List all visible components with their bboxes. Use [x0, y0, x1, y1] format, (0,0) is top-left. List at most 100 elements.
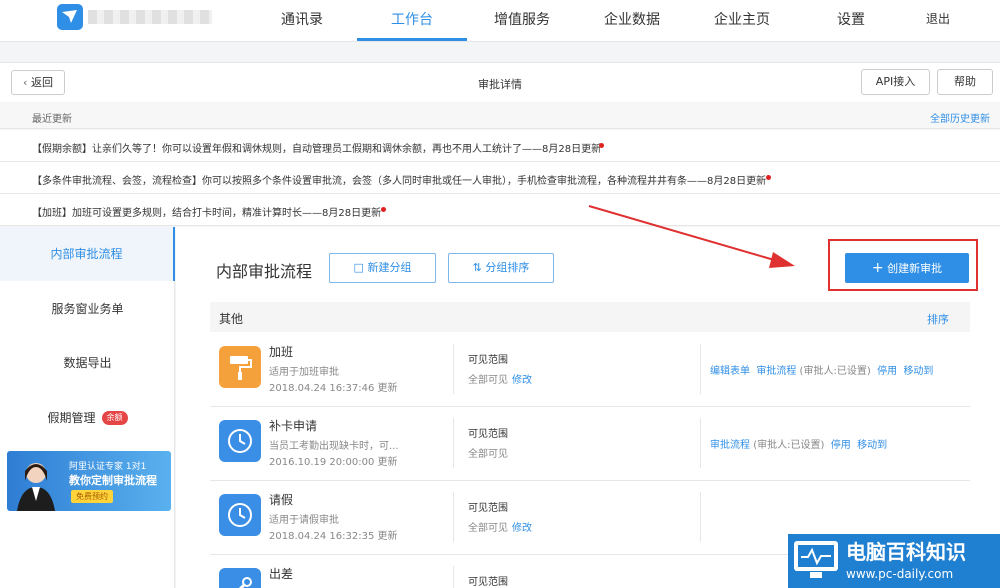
modify-visibility-link[interactable]: 修改: [512, 523, 532, 534]
free-booking-button[interactable]: 免费预约: [71, 490, 113, 503]
sidebar-item-label: 服务窗业务单: [51, 302, 124, 316]
expert-consult-banner[interactable]: 阿里认证专家 1对1 教你定制审批流程 免费预约: [7, 451, 171, 511]
edit-form-link[interactable]: 编辑表单: [710, 366, 750, 377]
sort-groups-button[interactable]: ⇅ 分组排序: [448, 253, 554, 283]
visibility-value: 全部可见 修改: [468, 371, 532, 386]
sidebar-item-internal-approval[interactable]: 内部审批流程: [0, 227, 175, 281]
watermark-title: 电脑百科知识: [846, 540, 966, 564]
update-text: 【多条件审批流程、会签，流程检查】你可以按照多个条件设置审批流，会签（多人同时审…: [32, 176, 767, 187]
top-navigation: 通讯录 工作台 增值服务 企业数据 企业主页 设置 退出: [0, 0, 1000, 42]
tools-icon: [219, 568, 261, 588]
update-item[interactable]: 【多条件审批流程、会签，流程检查】你可以按照多个条件设置审批流，会签（多人同时审…: [0, 162, 1000, 194]
folder-plus-icon: □: [353, 261, 364, 274]
update-item[interactable]: 【假期余额】让亲们久等了！你可以设置年假和调休规则，自动管理员工假期和调休余额，…: [0, 130, 1000, 162]
update-text: 【加班】加班可设置更多规则，结合打卡时间，精准计算时长——8月28日更新: [32, 208, 382, 219]
approval-description: 适用于加班审批: [269, 367, 339, 378]
approval-description: 当员工考勤出现缺卡时，可...: [269, 441, 399, 452]
active-tab-indicator: [357, 38, 467, 41]
approval-flow-link[interactable]: 审批流程: [756, 366, 796, 377]
plus-icon: +: [871, 260, 884, 276]
consultant-avatar: [17, 463, 55, 511]
approval-flow-link[interactable]: 审批流程: [710, 440, 750, 451]
sidebar-item-service-window[interactable]: 服务窗业务单: [0, 282, 175, 336]
column-divider: [453, 344, 454, 394]
approval-updated-time: 2018.04.24 16:32:35 更新: [269, 531, 398, 542]
recent-updates-header: 最近更新 全部历史更新: [0, 103, 1000, 129]
blurred-company-name: [88, 10, 212, 24]
help-button[interactable]: 帮助: [937, 69, 993, 95]
approval-name[interactable]: 补卡申请: [269, 417, 317, 434]
approval-name[interactable]: 出差: [269, 565, 293, 582]
move-to-link[interactable]: 移动到: [903, 366, 933, 377]
column-divider: [700, 492, 701, 542]
clock-icon: [219, 494, 261, 536]
balance-badge: 余额: [101, 411, 128, 425]
new-group-button[interactable]: □ 新建分组: [329, 253, 436, 283]
approval-description: 适用于请假审批: [269, 515, 339, 526]
banner-line2: 教你定制审批流程: [69, 474, 157, 487]
disable-link[interactable]: 停用: [831, 440, 851, 451]
sidebar-item-data-export[interactable]: 数据导出: [0, 336, 175, 390]
column-divider: [453, 492, 454, 542]
new-dot-icon: [381, 207, 386, 212]
disable-link[interactable]: 停用: [877, 366, 897, 377]
approval-row: 加班 适用于加班审批 2018.04.24 16:37:46 更新 可见范围 全…: [210, 334, 970, 407]
visibility-text: 全部可见: [468, 375, 508, 386]
create-approval-label: 创建新审批: [887, 262, 943, 275]
watermark-url: www.pc-daily.com: [846, 567, 954, 581]
visibility-text: 全部可见: [468, 449, 508, 460]
nav-enterprise-data[interactable]: 企业数据: [604, 9, 660, 29]
all-history-link[interactable]: 全部历史更新: [930, 110, 990, 125]
sidebar-item-label: 假期管理: [47, 411, 96, 425]
detail-header: ‹ 返回 审批详情 API接入 帮助: [0, 62, 1000, 102]
visibility-value: 全部可见: [468, 445, 508, 460]
nav-enterprise-home[interactable]: 企业主页: [714, 9, 770, 29]
site-watermark: 电脑百科知识 www.pc-daily.com: [788, 531, 1000, 588]
group-sort-link[interactable]: 排序: [927, 311, 949, 327]
create-approval-button[interactable]: + 创建新审批: [845, 253, 969, 283]
page-title: 审批详情: [478, 78, 522, 91]
approval-updated-time: 2016.10.19 20:00:00 更新: [269, 457, 398, 468]
approval-name[interactable]: 加班: [269, 343, 293, 360]
visibility-label: 可见范围: [468, 503, 508, 514]
app-logo-icon[interactable]: [57, 4, 83, 30]
new-group-label: 新建分组: [367, 261, 412, 274]
nav-value-added[interactable]: 增值服务: [494, 9, 550, 29]
move-to-link[interactable]: 移动到: [857, 440, 887, 451]
visibility-label: 可见范围: [468, 429, 508, 440]
clock-icon: [219, 420, 261, 462]
update-item[interactable]: 【加班】加班可设置更多规则，结合打卡时间，精准计算时长——8月28日更新: [0, 194, 1000, 226]
sort-arrows-icon: ⇅: [472, 261, 482, 274]
nav-workbench[interactable]: 工作台: [391, 9, 433, 29]
column-divider: [453, 418, 454, 468]
column-divider: [453, 566, 454, 588]
sidebar-item-label: 内部审批流程: [50, 247, 123, 261]
paint-roller-icon: [219, 346, 261, 388]
visibility-label: 可见范围: [468, 577, 508, 588]
visibility-text: 全部可见: [468, 523, 508, 534]
sidebar: 内部审批流程 服务窗业务单 数据导出 假期管理 余额: [0, 227, 175, 588]
approval-updated-time: 2018.04.24 16:37:46 更新: [269, 383, 398, 394]
column-divider: [700, 344, 701, 394]
new-dot-icon: [599, 143, 604, 148]
approval-name[interactable]: 请假: [269, 491, 293, 508]
logout-link[interactable]: 退出: [926, 10, 950, 27]
modify-visibility-link[interactable]: 修改: [512, 375, 532, 386]
annotation-arrow-icon: [588, 205, 795, 268]
api-button[interactable]: API接入: [861, 69, 930, 95]
section-title: 内部审批流程: [216, 262, 313, 281]
sidebar-item-label: 数据导出: [63, 356, 112, 370]
sort-groups-label: 分组排序: [485, 261, 530, 274]
group-name: 其他: [219, 312, 244, 326]
approval-row: 补卡申请 当员工考勤出现缺卡时，可... 2016.10.19 20:00:00…: [210, 408, 970, 481]
update-text: 【假期余额】让亲们久等了！你可以设置年假和调休规则，自动管理员工假期和调休余额，…: [32, 144, 602, 155]
row-actions: 编辑表单 审批流程 (审批人:已设置) 停用 移动到: [710, 362, 933, 377]
nav-settings[interactable]: 设置: [837, 9, 865, 29]
visibility-value: 全部可见 修改: [468, 519, 532, 534]
sidebar-item-leave-management[interactable]: 假期管理 余额: [0, 391, 175, 445]
recent-updates-title: 最近更新: [32, 114, 72, 125]
visibility-label: 可见范围: [468, 355, 508, 366]
group-header: 其他 排序: [210, 302, 970, 332]
nav-contacts[interactable]: 通讯录: [281, 9, 323, 29]
column-divider: [700, 418, 701, 468]
